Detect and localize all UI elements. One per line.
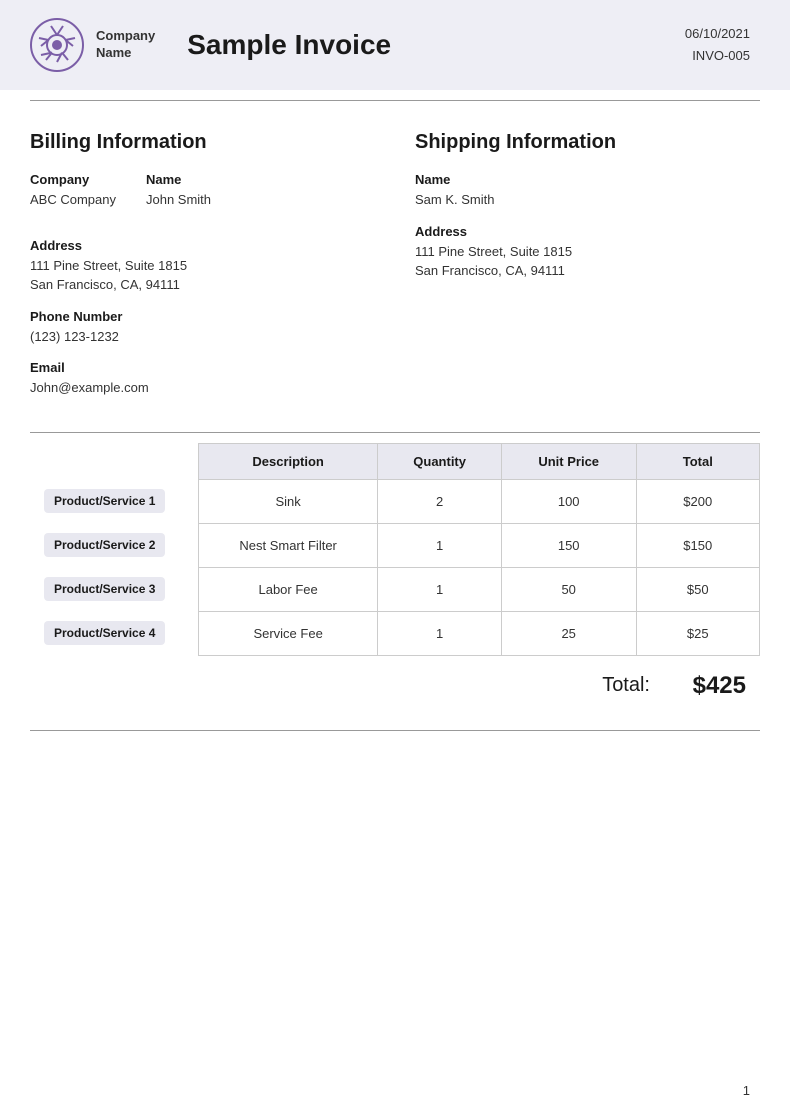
- product-label: Product/Service 4: [44, 621, 165, 645]
- shipping-address-label: Address: [415, 224, 760, 239]
- shipping-name: Name Sam K. Smith: [415, 172, 760, 210]
- company-name: Company Name: [96, 28, 155, 62]
- row-description: Service Fee: [198, 611, 378, 655]
- row-description: Nest Smart Filter: [198, 523, 378, 567]
- billing-title: Billing Information: [30, 131, 375, 154]
- col-header-product: [30, 443, 198, 479]
- col-header-quantity: Quantity: [378, 443, 501, 479]
- shipping-address: Address 111 Pine Street, Suite 1815 San …: [415, 224, 760, 281]
- header-right: 06/10/2021 INVO-005: [685, 23, 750, 67]
- row-total: $50: [636, 567, 759, 611]
- row-description: Labor Fee: [198, 567, 378, 611]
- table-row: Product/Service 2 Nest Smart Filter 1 15…: [30, 523, 760, 567]
- row-quantity: 2: [378, 479, 501, 523]
- company-logo: [30, 18, 84, 72]
- shipping-address-line1: 111 Pine Street, Suite 1815: [415, 242, 760, 262]
- billing-company-label: Company: [30, 172, 116, 187]
- billing-phone-value: (123) 123-1232: [30, 327, 375, 347]
- col-header-total: Total: [636, 443, 759, 479]
- page-number: 1: [743, 1083, 750, 1098]
- total-amount: $425: [666, 672, 746, 700]
- row-quantity: 1: [378, 523, 501, 567]
- product-label: Product/Service 2: [44, 533, 165, 557]
- billing-company-value: ABC Company: [30, 190, 116, 210]
- info-section: Billing Information Company ABC Company …: [0, 101, 790, 432]
- product-label: Product/Service 3: [44, 577, 165, 601]
- product-label-cell: Product/Service 4: [30, 611, 198, 655]
- billing-email-value: John@example.com: [30, 378, 375, 398]
- row-unit-price: 50: [501, 567, 636, 611]
- billing-email-label: Email: [30, 360, 375, 375]
- table-row: Product/Service 3 Labor Fee 1 50 $50: [30, 567, 760, 611]
- table-section: Description Quantity Unit Price Total Pr…: [0, 433, 790, 730]
- product-label-cell: Product/Service 2: [30, 523, 198, 567]
- shipping-name-label: Name: [415, 172, 760, 187]
- total-label: Total:: [602, 674, 650, 697]
- billing-name-row: Company ABC Company Name John Smith: [30, 172, 375, 224]
- table-row: Product/Service 1 Sink 2 100 $200: [30, 479, 760, 523]
- shipping-title: Shipping Information: [415, 131, 760, 154]
- total-row: Total: $425: [30, 656, 760, 710]
- invoice-date: 06/10/2021: [685, 23, 750, 45]
- row-total: $200: [636, 479, 759, 523]
- product-label-cell: Product/Service 1: [30, 479, 198, 523]
- billing-name-value: John Smith: [146, 190, 211, 210]
- shipping-address-line2: San Francisco, CA, 94111: [415, 261, 760, 281]
- billing-address-line2: San Francisco, CA, 94111: [30, 275, 375, 295]
- billing-phone-label: Phone Number: [30, 309, 375, 324]
- invoice-title: Sample Invoice: [187, 29, 391, 61]
- col-header-unit-price: Unit Price: [501, 443, 636, 479]
- billing-email: Email John@example.com: [30, 360, 375, 398]
- row-unit-price: 100: [501, 479, 636, 523]
- invoice-number: INVO-005: [685, 45, 750, 67]
- billing-address-label: Address: [30, 238, 375, 253]
- billing-address: Address 111 Pine Street, Suite 1815 San …: [30, 238, 375, 295]
- row-quantity: 1: [378, 567, 501, 611]
- header-left: Company Name Sample Invoice: [30, 18, 391, 72]
- row-unit-price: 25: [501, 611, 636, 655]
- shipping-name-value: Sam K. Smith: [415, 190, 760, 210]
- billing-address-line1: 111 Pine Street, Suite 1815: [30, 256, 375, 276]
- row-description: Sink: [198, 479, 378, 523]
- row-total: $25: [636, 611, 759, 655]
- row-quantity: 1: [378, 611, 501, 655]
- row-total: $150: [636, 523, 759, 567]
- billing-name: Name John Smith: [146, 172, 211, 210]
- footer-divider: [30, 730, 760, 731]
- shipping-column: Shipping Information Name Sam K. Smith A…: [395, 131, 760, 412]
- col-header-description: Description: [198, 443, 378, 479]
- billing-column: Billing Information Company ABC Company …: [30, 131, 395, 412]
- product-label-cell: Product/Service 3: [30, 567, 198, 611]
- table-header-row: Description Quantity Unit Price Total: [30, 443, 760, 479]
- row-unit-price: 150: [501, 523, 636, 567]
- product-label: Product/Service 1: [44, 489, 165, 513]
- billing-phone: Phone Number (123) 123-1232: [30, 309, 375, 347]
- billing-name-label: Name: [146, 172, 211, 187]
- page-header: Company Name Sample Invoice 06/10/2021 I…: [0, 0, 790, 90]
- billing-company: Company ABC Company: [30, 172, 116, 210]
- invoice-table: Description Quantity Unit Price Total Pr…: [30, 443, 760, 656]
- table-row: Product/Service 4 Service Fee 1 25 $25: [30, 611, 760, 655]
